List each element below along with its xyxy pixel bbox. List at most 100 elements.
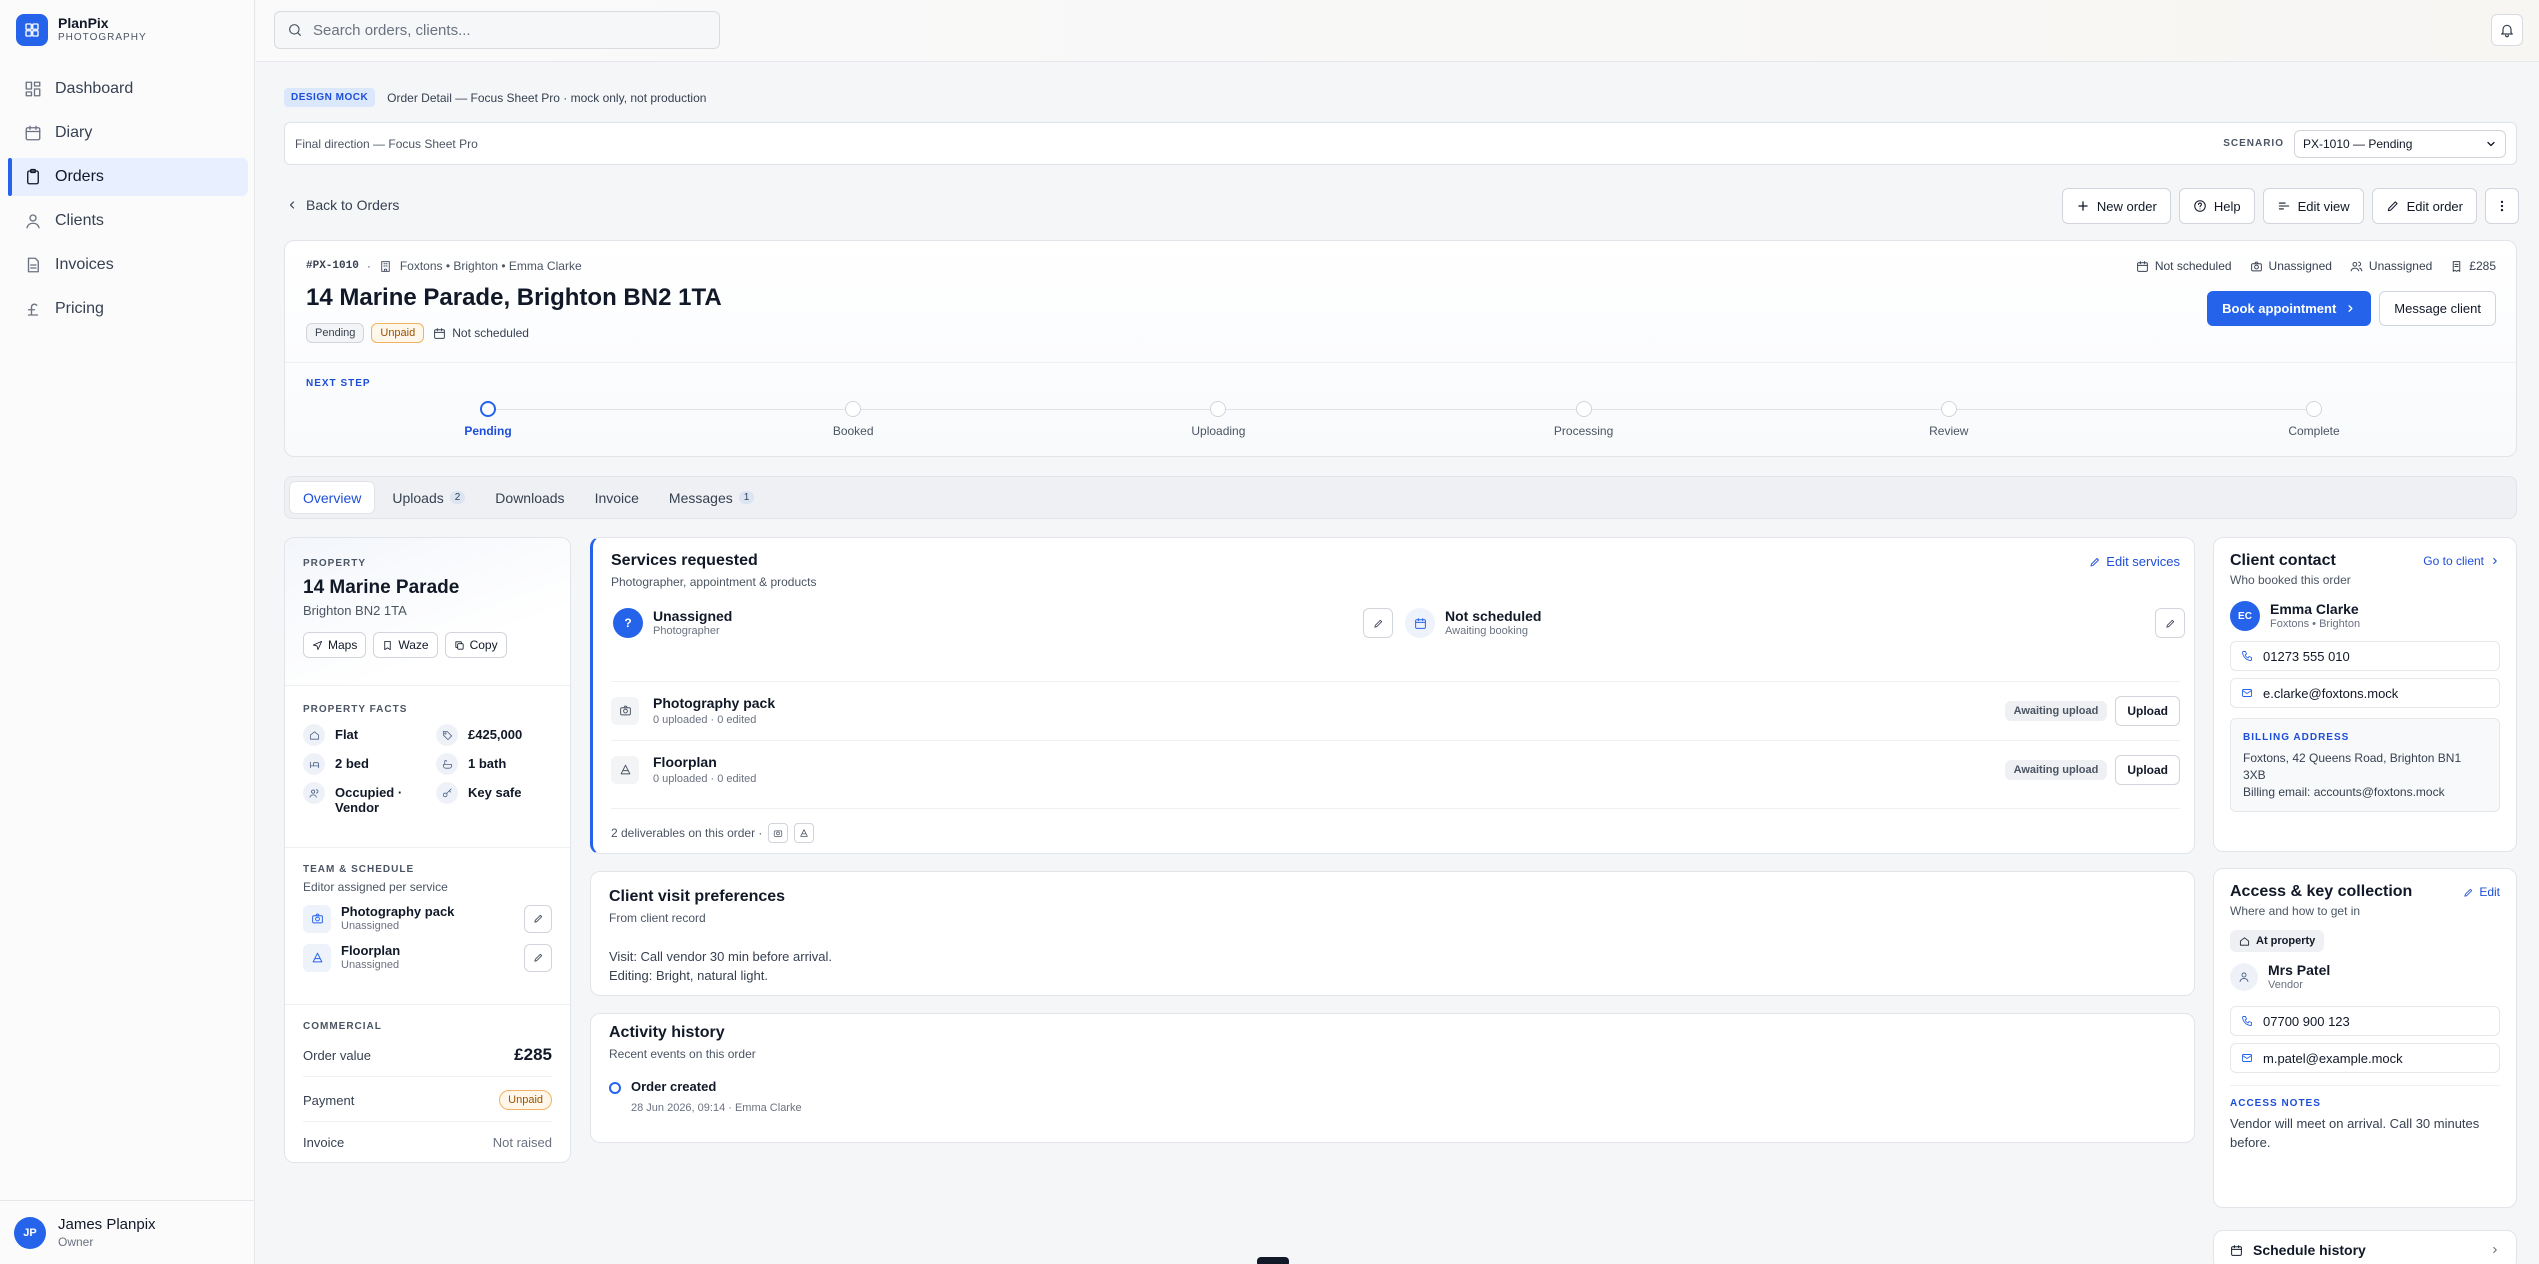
copy-icon xyxy=(454,640,465,651)
order-value-label: Order value xyxy=(303,1047,371,1063)
tab-overview[interactable]: Overview xyxy=(289,481,376,514)
sidebar-item-diary[interactable]: Diary xyxy=(8,114,248,152)
schedule-history-toggle[interactable]: Schedule history xyxy=(2213,1230,2517,1264)
order-header-card: #PX-1010 · Foxtons • Brighton • Emma Cla… xyxy=(284,240,2517,457)
upload-photography-button[interactable]: Upload xyxy=(2115,695,2180,726)
services-heading: Services requested Photographer, appoint… xyxy=(593,538,2194,603)
sidebar-item-pricing[interactable]: Pricing xyxy=(8,290,248,328)
edit-order-button[interactable]: Edit order xyxy=(2371,188,2477,224)
access-phone-field[interactable]: 07700 900 123 xyxy=(2230,1006,2500,1036)
calendar-icon xyxy=(433,327,446,340)
step-label: Booked xyxy=(832,424,874,438)
access-title: Access & key collection xyxy=(2230,883,2413,900)
prefs-visit: Visit: Call vendor 30 min before arrival… xyxy=(609,949,833,964)
photographer-role: Photographer xyxy=(653,625,720,637)
progress-stepper: Pending Booked Uploading Processing Revi… xyxy=(464,401,2340,441)
sidebar-item-dashboard[interactable]: Dashboard xyxy=(8,70,248,108)
chevron-left-icon xyxy=(286,199,298,211)
timeline-dot xyxy=(609,1082,621,1094)
edit-view-button[interactable]: Edit view xyxy=(2262,188,2364,224)
step-uploading: Uploading xyxy=(1168,401,1268,438)
edit-access-link[interactable]: Edit xyxy=(2463,885,2500,899)
step-label: Uploading xyxy=(1191,424,1246,438)
book-appointment-button[interactable]: Book appointment xyxy=(2207,291,2372,326)
edit-appointment-button[interactable] xyxy=(2155,608,2185,638)
tab-messages[interactable]: Messages 1 xyxy=(656,481,767,514)
search-input[interactable] xyxy=(313,21,693,39)
pound-icon xyxy=(24,300,42,318)
waze-button[interactable]: Waze xyxy=(373,632,438,658)
payment-badge: Unpaid xyxy=(371,323,425,343)
phone-icon xyxy=(2241,650,2253,662)
new-order-button[interactable]: New order xyxy=(2061,188,2171,224)
header-divider xyxy=(285,362,2516,363)
stat-schedule-text: Not scheduled xyxy=(2154,259,2232,273)
step-pending: Pending xyxy=(438,401,538,438)
contact-person: EC Emma Clarke Foxtons • Brighton xyxy=(2230,601,2500,631)
order-client-meta: Foxtons • Brighton • Emma Clarke xyxy=(399,259,582,273)
fact-type: Flat xyxy=(303,724,436,746)
stat-photographer-text: Unassigned xyxy=(2268,259,2332,273)
user-profile[interactable]: JP James Planpix Owner xyxy=(0,1200,255,1264)
contact-phone-field[interactable]: 01273 555 010 xyxy=(2230,641,2500,671)
user-icon xyxy=(24,212,42,230)
fact-price: £425,000 xyxy=(436,724,556,746)
back-to-orders-link[interactable]: Back to Orders xyxy=(286,197,399,213)
calendar-icon xyxy=(2230,1244,2243,1257)
maps-button[interactable]: Maps xyxy=(303,632,367,658)
edit-photography-assignee-button[interactable] xyxy=(524,904,552,933)
edit-services-link[interactable]: Edit services xyxy=(2089,554,2180,569)
team-schedule: TEAM & SCHEDULE Editor assigned per serv… xyxy=(285,848,570,1005)
activity-item: Order created 28 Jun 2026, 09:14 · Emma C… xyxy=(609,1079,2176,1114)
sidebar-item-orders[interactable]: Orders xyxy=(8,158,248,196)
more-actions-button[interactable] xyxy=(2485,188,2519,224)
plus-icon xyxy=(2076,199,2090,213)
next-step-label: NEXT STEP xyxy=(306,378,371,389)
access-email-field[interactable]: m.patel@example.mock xyxy=(2230,1043,2500,1073)
property-header: PROPERTY 14 Marine Parade Brighton BN2 1… xyxy=(285,538,570,686)
access-person: Mrs Patel Vendor xyxy=(2230,962,2500,992)
upload-floorplan-button[interactable]: Upload xyxy=(2115,754,2180,785)
chevron-down-icon xyxy=(2485,138,2497,150)
notifications-button[interactable] xyxy=(2491,14,2523,46)
tab-uploads[interactable]: Uploads 2 xyxy=(379,481,478,514)
help-button[interactable]: Help xyxy=(2178,188,2255,224)
scenario-select[interactable]: PX-1010 — Pending xyxy=(2294,129,2506,158)
contact-email-field[interactable]: e.clarke@foxtons.mock xyxy=(2230,678,2500,708)
team-service-status: Unassigned xyxy=(341,920,400,932)
step-dot xyxy=(1940,401,1957,417)
deliverables-footer: 2 deliverables on this order · xyxy=(611,808,2180,843)
design-mock-text: Order Detail — Focus Sheet Pro · mock on… xyxy=(387,90,707,105)
meta-separator: · xyxy=(366,259,371,273)
order-primary-actions: Book appointment Message client xyxy=(2207,291,2496,326)
book-appointment-label: Book appointment xyxy=(2222,301,2337,316)
search-box[interactable] xyxy=(274,11,720,49)
property-link-buttons: Maps Waze Copy xyxy=(303,632,552,658)
edit-floorplan-assignee-button[interactable] xyxy=(524,943,552,972)
copy-button[interactable]: Copy xyxy=(444,632,507,658)
back-label: Back to Orders xyxy=(306,197,400,213)
more-vertical-icon xyxy=(2495,199,2509,213)
deliverable-status-badge: Awaiting upload xyxy=(2004,700,2108,721)
sidebar: PlanPix PHOTOGRAPHY Dashboard Diary Orde… xyxy=(0,0,255,1264)
activity-event-label: Order created xyxy=(631,1079,717,1094)
fact-baths: 1 bath xyxy=(436,753,556,775)
sidebar-item-clients[interactable]: Clients xyxy=(8,202,248,240)
message-client-button[interactable]: Message client xyxy=(2379,291,2496,326)
appointment-schedule: Not scheduled Awaiting booking xyxy=(1405,608,2185,638)
sidebar-item-invoices[interactable]: Invoices xyxy=(8,246,248,284)
go-to-client-link[interactable]: Go to client xyxy=(2423,554,2500,568)
fact-type-text: Flat xyxy=(335,727,359,742)
tab-invoice[interactable]: Invoice xyxy=(582,481,652,514)
scenario-bar: Final direction — Focus Sheet Pro SCENAR… xyxy=(284,122,2517,165)
activity-event-meta: 28 Jun 2026, 09:14 · Emma Clarke xyxy=(631,1102,802,1114)
deliverable-progress: 0 uploaded · 0 edited xyxy=(653,713,757,726)
payment-label: Payment xyxy=(303,1092,355,1108)
brand-logo[interactable]: PlanPix PHOTOGRAPHY xyxy=(16,14,147,46)
edit-photographer-button[interactable] xyxy=(1363,608,1393,638)
users-icon xyxy=(2350,260,2363,273)
access-phone: 07700 900 123 xyxy=(2263,1013,2350,1029)
mail-icon xyxy=(2241,1052,2253,1064)
bottom-drawer-handle[interactable] xyxy=(1257,1257,1289,1264)
tab-downloads[interactable]: Downloads xyxy=(482,481,577,514)
